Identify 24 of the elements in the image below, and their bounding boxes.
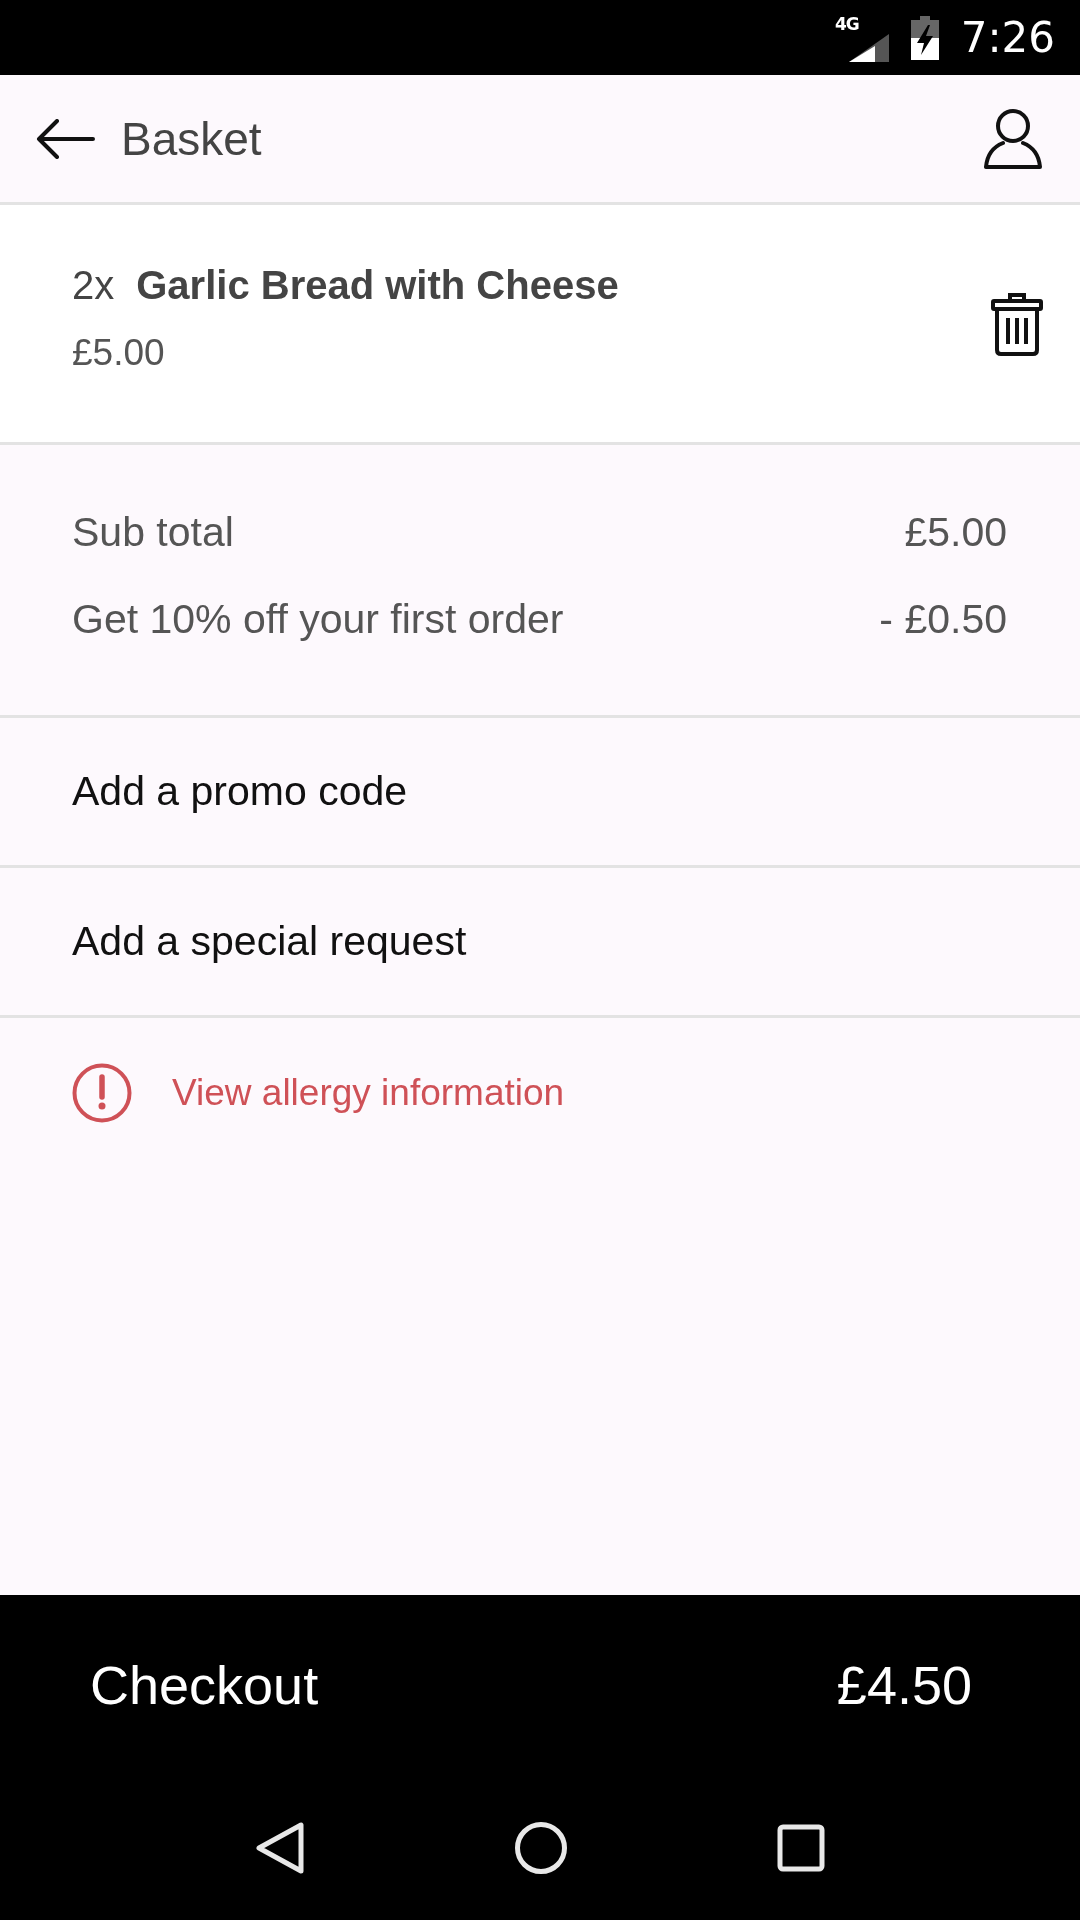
summary-label: Get 10% off your first order <box>72 596 564 643</box>
item-quantity: 2x <box>72 263 115 308</box>
checkout-total: £4.50 <box>836 1654 972 1716</box>
signal-icon <box>848 33 889 62</box>
trash-icon[interactable] <box>991 291 1043 356</box>
item-name: Garlic Bread with Cheese <box>136 263 619 308</box>
status-time: 7:26 <box>960 13 1055 62</box>
page-title: Basket <box>121 111 262 166</box>
summary-value: - £0.50 <box>879 596 1007 643</box>
summary-value: £5.00 <box>904 509 1007 556</box>
checkout-button[interactable]: Checkout <box>90 1654 319 1716</box>
network-type-label: 4G <box>834 13 859 34</box>
back-arrow-icon[interactable] <box>35 118 95 159</box>
home-circle-icon[interactable] <box>514 1820 568 1875</box>
user-icon[interactable] <box>983 107 1043 170</box>
summary-label: Sub total <box>72 509 234 556</box>
battery-charging-icon <box>910 15 939 60</box>
warning-icon <box>72 1063 132 1123</box>
recents-square-icon[interactable] <box>777 1823 826 1872</box>
allergy-info-link[interactable]: View allergy information <box>172 1072 565 1114</box>
action-link[interactable]: Add a promo code <box>72 768 408 815</box>
action-link[interactable]: Add a special request <box>72 918 467 965</box>
item-price: £5.00 <box>72 332 165 374</box>
back-triangle-icon[interactable] <box>254 1820 305 1875</box>
